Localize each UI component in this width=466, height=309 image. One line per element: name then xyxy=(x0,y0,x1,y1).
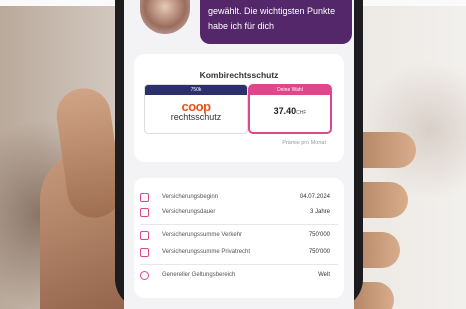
detail-value: 04.07.2024 xyxy=(299,194,330,200)
calendar-icon xyxy=(140,208,149,217)
rechtsschutz-logo-text: rechtsschutz xyxy=(170,112,222,122)
divider xyxy=(140,264,338,265)
detail-value: 750'000 xyxy=(308,232,330,238)
detail-value: 3 Jahre xyxy=(309,209,330,215)
detail-label: Genereller Geltungsbereich xyxy=(162,272,236,278)
detail-row-duration: Versicherungsdauer 3 Jahre xyxy=(140,208,338,220)
detail-value: Welt xyxy=(318,272,330,278)
price-value: 37.40 xyxy=(273,106,297,116)
detail-row-scope: Genereller Geltungsbereich Welt xyxy=(140,271,338,283)
background-blur-right xyxy=(360,60,466,200)
price-currency: CHF xyxy=(296,110,307,116)
avatar xyxy=(140,0,190,34)
photo-background: gewählt. Die wichtigsten Punkte habe ich… xyxy=(0,0,466,309)
offer-right-header: Deine Wahl xyxy=(250,86,330,95)
document-icon xyxy=(140,248,149,257)
offer-option-selected[interactable]: Deine Wahl 37.40CHF xyxy=(248,84,332,134)
offer-price: 37.40CHF xyxy=(250,95,330,116)
detail-value: 750'000 xyxy=(308,249,330,255)
chat-bubble: gewählt. Die wichtigsten Punkte habe ich… xyxy=(200,0,352,44)
offer-option-left[interactable]: 750k coop rechtsschutz xyxy=(144,84,248,134)
phone-screen: gewählt. Die wichtigsten Punkte habe ich… xyxy=(124,0,354,309)
offer-left-header: 750k xyxy=(145,85,247,95)
globe-icon xyxy=(140,271,149,280)
offer-title: Kombirechtsschutz xyxy=(199,70,279,80)
detail-row-start: Versicherungsbeginn 04.07.2024 xyxy=(140,193,338,205)
flag-icon xyxy=(140,193,149,202)
detail-row-private: Versicherungssumme Privatrecht 750'000 xyxy=(140,248,338,260)
detail-label: Versicherungsdauer xyxy=(162,209,216,215)
coop-logo: coop rechtsschutz xyxy=(145,95,247,122)
detail-label: Versicherungssumme Privatrecht xyxy=(162,249,251,255)
divider xyxy=(140,224,338,225)
traffic-icon xyxy=(140,231,149,240)
detail-row-traffic: Versicherungssumme Verkehr 750'000 xyxy=(140,231,338,243)
premium-note: Prämie pro Monat xyxy=(282,140,326,146)
detail-label: Versicherungssumme Verkehr xyxy=(162,232,243,238)
detail-label: Versicherungsbeginn xyxy=(162,194,219,200)
